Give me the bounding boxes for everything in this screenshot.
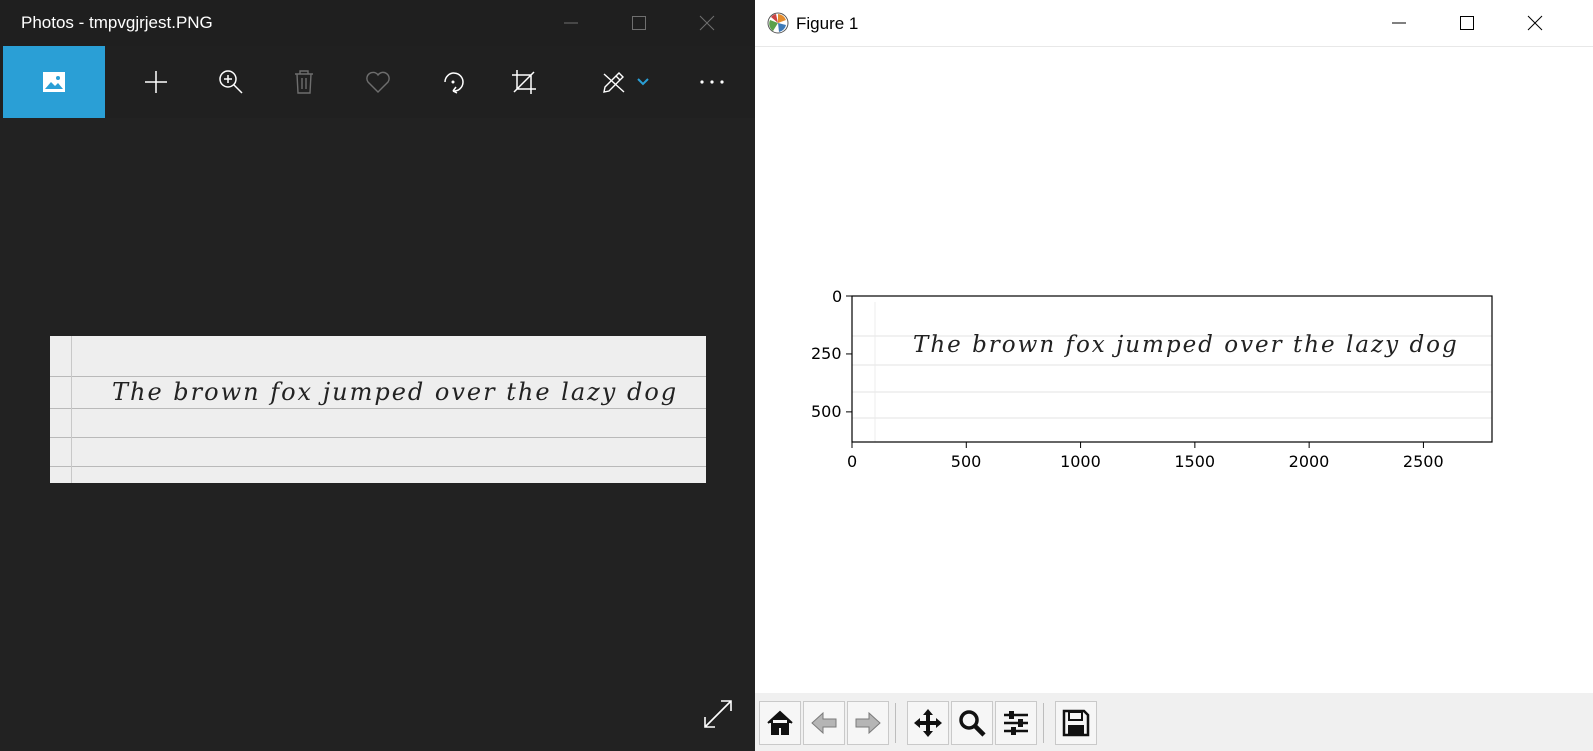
x-tick-label: 1500 [1174,452,1216,471]
crop-button[interactable] [496,46,552,118]
toolbar-separator [1043,703,1044,743]
x-tick-label: 2000 [1288,452,1330,471]
paper-rule [50,408,706,409]
configure-subplots-icon [1004,711,1028,735]
photos-window-title: Photos - tmpvgjrjest.PNG [21,13,213,32]
minimize-button[interactable] [1376,6,1422,40]
add-button[interactable] [128,46,184,118]
toolbar-separator [895,703,896,743]
x-tick-label: 0 [847,452,858,471]
expand-icon [704,700,732,728]
figure-titlebar: Figure 1 [755,0,1593,47]
displayed-photo: The brown fox jumped over the lazy dog [50,336,706,483]
close-icon [699,15,715,31]
view-image-button[interactable] [3,46,105,118]
zoom-button[interactable] [951,701,993,745]
back-button[interactable] [803,701,845,745]
more-icon [700,80,724,84]
photos-titlebar: Photos - tmpvgjrjest.PNG [0,0,755,46]
close-button[interactable] [684,6,730,40]
photos-window: Photos - tmpvgjrjest.PNG The brown fox j… [0,0,755,751]
paper-rule [50,376,706,377]
y-tick-label: 250 [811,344,842,364]
zoom-icon [959,710,986,737]
forward-arrow-icon [855,711,881,735]
plot-area: The brown fox jumped over the lazy dog 0… [811,270,1535,495]
y-tick-label: 0 [832,286,843,306]
paper-rule [50,437,706,438]
rotate-icon [444,72,464,94]
forward-button[interactable] [847,701,889,745]
x-tick-label: 2500 [1402,452,1444,471]
close-button[interactable] [1512,6,1558,40]
zoom-in-icon [219,70,243,94]
x-tick-label: 1000 [1060,452,1101,471]
chevron-down-icon [637,78,649,86]
configure-subplots-button[interactable] [995,701,1037,745]
maximize-button[interactable] [1444,6,1490,40]
trash-icon [295,70,313,94]
matplotlib-logo-icon [767,12,789,34]
plot-handwritten-text: The brown fox jumped over the lazy dog [913,332,1459,358]
plus-icon [145,71,167,93]
paper-rule [50,466,706,467]
back-arrow-icon [811,711,837,735]
edit-draw-button[interactable] [590,46,660,118]
heart-icon [366,71,390,93]
edit-draw-icon [603,72,625,93]
close-icon [1527,15,1543,31]
home-icon [767,710,793,735]
rotate-button[interactable] [425,46,481,118]
image-icon [43,72,65,92]
minimize-icon [1392,22,1406,24]
delete-button[interactable] [276,46,332,118]
full-screen-button[interactable] [700,696,736,732]
figure-window-title: Figure 1 [796,14,859,33]
navigation-toolbar [755,693,1593,751]
handwritten-text: The brown fox jumped over the lazy dog [112,378,679,406]
x-tick-label: 500 [950,452,982,471]
save-button[interactable] [1055,701,1097,745]
crop-icon [512,70,536,94]
zoom-button[interactable] [203,46,259,118]
home-button[interactable] [759,701,801,745]
maximize-icon [1460,16,1474,30]
maximize-button[interactable] [616,6,662,40]
minimize-icon [564,22,578,24]
more-button[interactable] [684,46,740,118]
pan-button[interactable] [907,701,949,745]
plot-image [852,302,1492,442]
paper-margin [71,336,72,483]
pan-icon [914,709,942,737]
minimize-button[interactable] [548,6,594,40]
photos-toolbar [0,46,755,118]
y-tick-label: 500 [811,402,842,422]
figure-window: Figure 1 The brown fox jumped over the l… [755,0,1593,751]
save-icon [1062,709,1090,737]
maximize-icon [632,16,646,30]
favorite-button[interactable] [350,46,406,118]
